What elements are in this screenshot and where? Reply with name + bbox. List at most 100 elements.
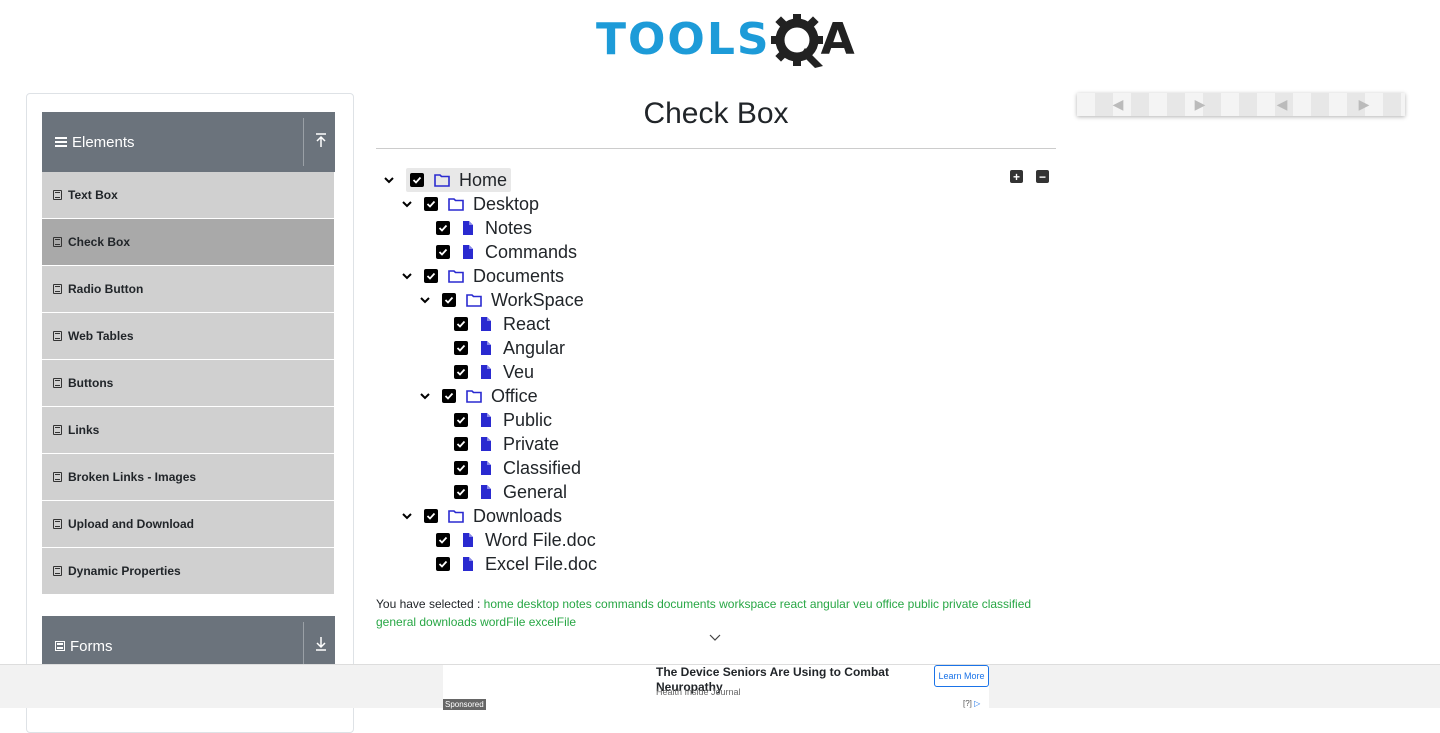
checkbox-checked[interactable] [454,365,468,379]
site-header: TOOLS A [0,0,1440,80]
logo-qa-mark: A [770,12,855,68]
toolsqa-logo[interactable]: TOOLS A [596,12,855,68]
chevron-down-icon[interactable] [400,509,414,523]
chevron-down-icon[interactable] [382,173,396,187]
tree-node-documents: Documents [400,264,564,288]
menu-item-buttons[interactable]: Buttons [42,360,334,407]
gear-icon [770,14,823,68]
menu-item-text-box[interactable]: Text Box [42,172,334,219]
group-divider [303,622,304,670]
chevron-down-icon[interactable] [708,630,722,641]
main-content: Check Box + − Home Desktop Notes Command… [376,93,1056,641]
group-header-elements[interactable]: Elements [42,112,335,172]
ad-arrow-left-icon: ◀ [1112,96,1124,112]
menu-item-upload-download[interactable]: Upload and Download [42,501,334,548]
learn-more-button[interactable]: Learn More [934,665,989,687]
tree-node-label[interactable]: Public [503,410,552,431]
tree-node-office: Office [418,384,538,408]
folder-icon [466,388,482,404]
menu-item-label: Broken Links - Images [68,470,197,484]
collapse-up-icon[interactable] [314,132,328,152]
chevron-down-icon[interactable] [400,269,414,283]
tree-node-label[interactable]: Veu [503,362,534,383]
checkbox-checked[interactable] [454,437,468,451]
sponsored-badge: Sponsored [443,699,486,710]
tree-node-label[interactable]: Private [503,434,559,455]
tree-node-label[interactable]: Office [491,386,538,407]
file-icon [478,364,494,380]
menu-item-web-tables[interactable]: Web Tables [42,313,334,360]
folder-icon [448,508,464,524]
folder-icon [434,172,450,188]
checkbox-checked[interactable] [424,269,438,283]
expand-down-icon[interactable] [314,636,328,656]
side-ad-banner[interactable]: ◀ ▶ ◀ ▶ [1077,93,1405,116]
tree-node-label[interactable]: Commands [485,242,577,263]
checkbox-checked[interactable] [436,533,450,547]
list-alt-icon [53,566,62,576]
tree-node-desktop: Desktop [400,192,539,216]
tree-node-label[interactable]: Downloads [473,506,562,527]
tree-node-label[interactable]: Documents [473,266,564,287]
menu-item-label: Buttons [68,376,114,390]
home-label-wrap[interactable]: Home [406,168,512,192]
checkbox-checked[interactable] [424,509,438,523]
chevron-down-icon[interactable] [418,293,432,307]
title-divider [376,148,1056,149]
tree-node-downloads: Downloads [400,504,562,528]
tree-node-label[interactable]: Angular [503,338,565,359]
checkbox-checked[interactable] [454,461,468,475]
logo-tools-text: TOOLS [596,14,771,65]
bottom-ad-bar: The Device Seniors Are Using to Combat N… [0,664,1440,710]
tree-node-angular: Angular [454,336,565,360]
tree-node-label[interactable]: General [503,482,567,503]
tree-node-classified: Classified [454,456,581,480]
checkbox-checked[interactable] [442,293,456,307]
tree-node-label[interactable]: Word File.doc [485,530,596,551]
tree-node-private: Private [454,432,559,456]
menu-item-label: Upload and Download [68,517,194,531]
menu-item-radio-button[interactable]: Radio Button [42,266,334,313]
folder-icon [466,292,482,308]
menu-item-label: Check Box [68,235,131,249]
list-alt-icon [53,425,62,435]
checkbox-checked[interactable] [436,245,450,259]
menu-item-dynamic-properties[interactable]: Dynamic Properties [42,548,334,595]
collapse-all-button[interactable]: − [1036,170,1049,183]
tree-node-label[interactable]: Notes [485,218,532,239]
menu-item-broken-links[interactable]: Broken Links - Images [42,454,334,501]
menu-item-links[interactable]: Links [42,407,334,454]
ad-info-link[interactable]: [?] ▷ [963,699,980,708]
checkbox-checked[interactable] [442,389,456,403]
selection-result: You have selected : home desktop notes c… [376,595,1056,631]
tree-node-label[interactable]: Classified [503,458,581,479]
menu-item-check-box[interactable]: Check Box [42,219,334,266]
menu-item-label: Web Tables [68,329,134,343]
tree-node-word-file: Word File.doc [436,528,596,552]
tree-node-label[interactable]: WorkSpace [491,290,584,311]
file-icon [460,556,476,572]
checkbox-checked[interactable] [424,197,438,211]
file-icon [460,244,476,260]
tree-node-general: General [454,480,567,504]
checkbox-checked[interactable] [410,173,424,187]
ad-arrow-right-icon: ▶ [1358,96,1370,112]
group-divider [303,118,304,166]
sponsored-ad[interactable]: The Device Seniors Are Using to Combat N… [443,665,989,710]
checkbox-checked[interactable] [454,413,468,427]
expand-all-button[interactable]: + [1010,170,1023,183]
logo-a-letter: A [820,14,855,65]
chevron-down-icon[interactable] [418,389,432,403]
checkbox-checked[interactable] [454,485,468,499]
checkbox-checked[interactable] [454,317,468,331]
checkbox-checked[interactable] [436,557,450,571]
tree-node-label[interactable]: Excel File.doc [485,554,597,575]
list-alt-icon [53,472,62,482]
tree-node-label[interactable]: Desktop [473,194,539,215]
tree-node-label[interactable]: React [503,314,550,335]
checkbox-checked[interactable] [454,341,468,355]
file-icon [478,340,494,356]
checkbox-checked[interactable] [436,221,450,235]
adchoices-icon: ▷ [974,699,981,708]
chevron-down-icon[interactable] [400,197,414,211]
